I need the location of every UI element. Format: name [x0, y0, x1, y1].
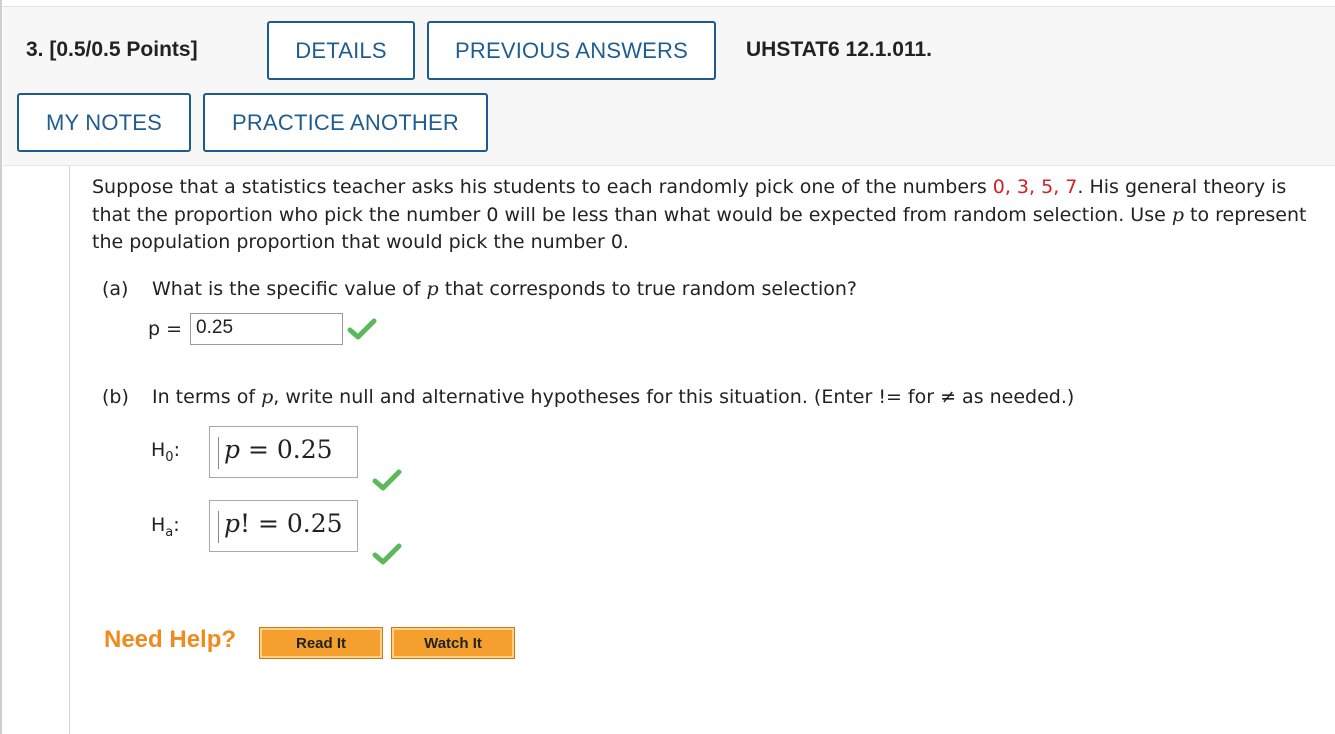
- p-answer-field[interactable]: 0.25: [190, 313, 344, 345]
- question-reference: UHSTAT6 12.1.011.: [746, 38, 932, 61]
- part-a-answer-row: p = 0.25: [148, 313, 377, 345]
- correct-check-icon: [372, 543, 402, 565]
- variable-p: p: [261, 386, 274, 408]
- stem-text-1: Suppose that a statistics teacher asks h…: [92, 176, 993, 198]
- watch-it-button[interactable]: Watch It: [391, 627, 515, 659]
- correct-check-icon: [347, 318, 377, 340]
- details-button[interactable]: DETAILS: [267, 21, 415, 80]
- question-stem: Suppose that a statistics teacher asks h…: [92, 174, 1317, 257]
- practice-another-button[interactable]: PRACTICE ANOTHER: [203, 93, 488, 152]
- previous-answers-button[interactable]: PREVIOUS ANSWERS: [427, 21, 716, 80]
- ha-letter: H: [151, 514, 166, 536]
- null-hypothesis-value: p = 0.25: [224, 435, 333, 464]
- answer-label-p: p =: [148, 318, 183, 340]
- part-b-label: (b): [102, 386, 129, 408]
- ha-variable: p: [224, 509, 241, 538]
- content-divider: [69, 166, 70, 734]
- part-a-text-1: What is the specific value of: [152, 278, 427, 300]
- h0-colon: :: [173, 439, 180, 461]
- part-b-text-1: In terms of: [152, 386, 262, 408]
- variable-p: p: [426, 278, 439, 300]
- null-hypothesis-label: H0:: [151, 439, 180, 465]
- part-a-prompt: (a) What is the specific value of p that …: [102, 278, 857, 300]
- h0-expression: = 0.25: [240, 435, 333, 464]
- correct-check-icon: [372, 469, 402, 491]
- h0-subscript: 0: [165, 449, 174, 465]
- part-b-prompt: (b) In terms of p, write null and alterna…: [102, 386, 1074, 408]
- part-a-label: (a): [102, 278, 129, 300]
- left-border: [0, 0, 2, 734]
- ha-colon: :: [173, 514, 180, 536]
- highlighted-numbers: 0, 3, 5, 7: [992, 176, 1078, 198]
- alternative-hypothesis-value: p! = 0.25: [224, 509, 343, 538]
- field-divider: [218, 437, 219, 469]
- null-hypothesis-field[interactable]: p = 0.25: [209, 426, 358, 478]
- need-help-label: Need Help?: [104, 626, 237, 653]
- top-border: [0, 0, 1335, 7]
- alternative-hypothesis-label: Ha:: [151, 514, 180, 540]
- part-b-text-2: , write null and alternative hypotheses …: [273, 386, 1075, 408]
- field-divider: [218, 511, 219, 543]
- ha-expression: ! = 0.25: [240, 509, 343, 538]
- read-it-button[interactable]: Read It: [259, 627, 383, 659]
- h0-variable: p: [224, 435, 241, 464]
- part-a-text-2: that corresponds to true random selectio…: [438, 278, 857, 300]
- h0-letter: H: [151, 439, 166, 461]
- my-notes-button[interactable]: MY NOTES: [17, 93, 191, 152]
- variable-p: p: [1171, 203, 1184, 226]
- question-number-points: 3. [0.5/0.5 Points]: [26, 38, 198, 61]
- alternative-hypothesis-field[interactable]: p! = 0.25: [209, 500, 358, 552]
